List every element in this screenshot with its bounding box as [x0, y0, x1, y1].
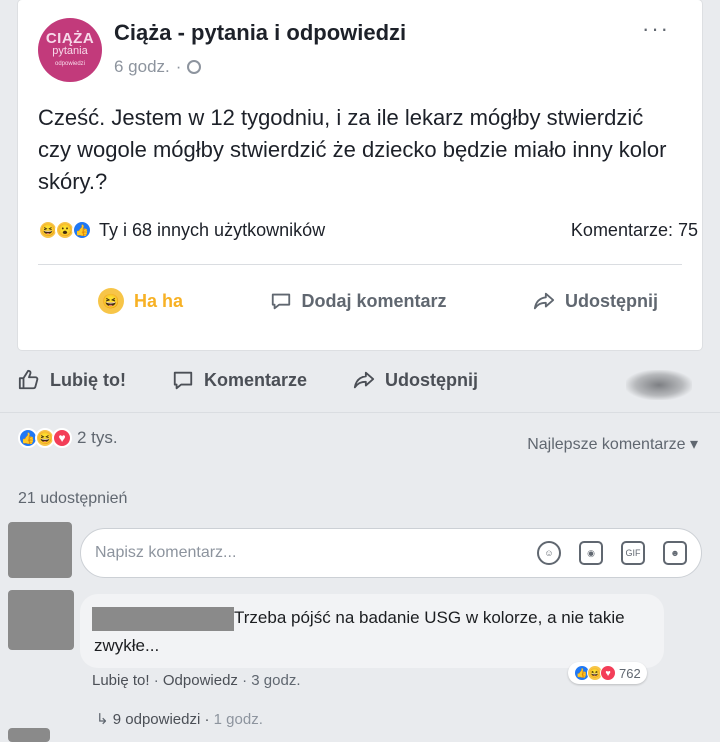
more-options-icon[interactable]: ··· [642, 16, 670, 42]
reactions-divider [38, 264, 682, 265]
replies-count: 9 odpowiedzi [112, 711, 201, 728]
comment-input-placeholder: Napisz komentarz... [95, 544, 237, 561]
view-replies-link[interactable]: ↳ 9 odpowiedzi · 1 godz. [96, 710, 263, 728]
share-label: Udostępnij [565, 290, 658, 311]
globe-icon [187, 60, 202, 74]
group-name-link[interactable]: Ciąża - pytania i odpowiedzi [114, 20, 406, 46]
comments-label: Komentarze [203, 369, 308, 390]
comment-meta: Lubię to! · Odpowiedz · 3 godz. [92, 672, 301, 689]
blurred-avatar [626, 370, 692, 400]
gif-icon[interactable]: GIF [621, 541, 645, 565]
love-reaction-icon: ♥ [52, 428, 72, 448]
like-button[interactable]: Lubię to! [18, 369, 126, 391]
outer-action-bar: Lubię to! Komentarze Udostępnij [18, 360, 702, 400]
comments-button[interactable]: Komentarze [172, 369, 307, 391]
meta-dot: · [153, 672, 159, 689]
comment-reaction-count: 762 [619, 665, 641, 681]
add-comment-button[interactable]: Dodaj komentarz [270, 290, 447, 312]
share-button[interactable]: Udostępnij [533, 290, 658, 312]
comment-reply-link[interactable]: Odpowiedz [163, 672, 238, 689]
logo-text-line3: odpowiedzi [54, 60, 86, 67]
meta-dot: · [242, 672, 248, 689]
outer-share-label: Udostępnij [385, 369, 479, 390]
haha-button[interactable]: 😆 Ha ha [98, 288, 183, 314]
like-reaction-icon: 👍 [72, 220, 92, 240]
haha-icon: 😆 [98, 288, 124, 314]
post-reactions-summary[interactable]: 😆 😮 👍 Ty i 68 innych użytkowników Koment… [38, 215, 698, 245]
love-reaction-icon: ♥ [600, 665, 616, 681]
comment-time[interactable]: 3 godz. [251, 672, 300, 689]
comment-input[interactable]: Napisz komentarz... ☺ ◉ GIF ☻ [80, 528, 702, 578]
commenter-avatar[interactable] [8, 590, 74, 650]
comment-sort-dropdown[interactable]: Najlepsze komentarze ▾ [527, 434, 698, 454]
post-body: Cześć. Jestem w 12 tygodniu, i za ile le… [38, 105, 667, 194]
comment-bubble: Trzeba pójść na badanie USG w kolorze, a… [80, 594, 664, 668]
outer-divider [0, 412, 720, 413]
outer-reactions-count: 2 tys. [77, 428, 118, 447]
haha-button-label: Ha ha [134, 290, 184, 311]
share-icon [533, 292, 555, 310]
like-label: Lubię to! [50, 369, 126, 390]
comment-icon [271, 293, 290, 310]
shares-count[interactable]: 21 udostępnień [18, 490, 127, 508]
post-action-bar: 😆 Ha ha Dodaj komentarz Udostępnij [38, 278, 698, 324]
partial-avatar [8, 728, 50, 742]
post-time-text[interactable]: 6 godz. [114, 57, 170, 77]
camera-icon[interactable]: ◉ [579, 541, 603, 565]
comment-reactions[interactable]: 👍 😆 ♥ 762 [568, 662, 647, 684]
thumbs-up-icon [18, 369, 39, 390]
outer-reactions-summary[interactable]: 👍 😆 ♥ 2 tys. [18, 428, 118, 448]
comment-like-link[interactable]: Lubię to! [92, 672, 150, 689]
comment-icon [173, 371, 193, 390]
redacted-commenter-name[interactable] [92, 606, 234, 631]
logo-text-line2: pytania [52, 44, 88, 57]
reactions-label[interactable]: Ty i 68 innych użytkowników [99, 220, 325, 241]
replies-dot: · [204, 711, 210, 728]
time-separator: · [175, 57, 182, 76]
shared-post-card: CIĄŻA pytania odpowiedzi Ciąża - pytania… [18, 0, 702, 350]
replies-time: 1 godz. [213, 711, 263, 728]
group-logo[interactable]: CIĄŻA pytania odpowiedzi [38, 18, 102, 82]
reply-arrow-icon: ↳ [96, 711, 109, 728]
share-icon [353, 371, 375, 389]
comments-count[interactable]: Komentarze: 75 [571, 220, 698, 241]
outer-share-button[interactable]: Udostępnij [353, 369, 478, 391]
current-user-avatar[interactable] [8, 522, 72, 578]
add-comment-label: Dodaj komentarz [301, 290, 447, 311]
emoji-icon[interactable]: ☺ [537, 541, 561, 565]
logo-text-line1: CIĄŻA [45, 29, 95, 47]
post-timestamp: 6 godz. · [114, 57, 202, 77]
sticker-icon[interactable]: ☻ [663, 541, 687, 565]
